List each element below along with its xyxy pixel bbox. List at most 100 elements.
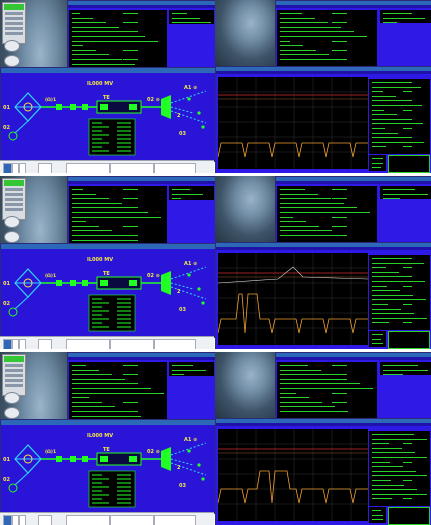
terminal-line [332,13,347,14]
taskbar-button[interactable] [12,163,19,173]
taskbar-button[interactable] [154,339,196,349]
terminal-line [280,369,321,371]
taskbar-button[interactable] [12,339,19,349]
terminal-line [372,304,388,305]
taskbar-button[interactable] [110,163,154,173]
trend-window [215,66,431,173]
terminal-line [72,63,135,65]
data-text-area [277,186,377,242]
bus-label-01: 01 [3,105,10,111]
taskbar-button[interactable] [66,163,110,173]
taskbar-button[interactable] [19,515,26,525]
taskbar-button[interactable] [66,339,110,349]
terminal-line [280,202,344,204]
terminal-text-area [69,186,167,247]
terminal-line [72,378,125,380]
terminal-line [280,406,335,408]
measurement-table [88,294,136,332]
launcher-panel[interactable] [2,354,26,396]
trend-status-box [388,155,430,173]
data-text-area [277,362,377,418]
terminal-line [372,514,383,516]
terminal-line [372,271,399,273]
side-readout [169,186,214,200]
terminal-line [402,461,412,463]
generator-icon [8,483,18,493]
terminal-line [72,26,119,28]
desktop-shortcut-icon[interactable] [4,40,20,52]
branch-line [14,120,29,134]
terminal-line [332,198,347,200]
terminal-line [402,82,412,83]
taskbar-button[interactable] [38,515,52,525]
trend-window [215,242,431,349]
taskbar-button[interactable] [38,339,52,349]
start-menu-icon[interactable] [3,339,12,349]
terminal-line [372,510,381,511]
terminal-line [402,322,412,324]
node-icon [197,463,201,467]
start-menu-icon[interactable] [3,515,12,525]
breaker-icon [82,104,88,110]
window-menubar [216,247,431,250]
start-menu-icon[interactable] [3,163,12,173]
terminal-line [372,109,384,111]
taskbar-button[interactable] [38,163,52,173]
window-menubar [216,71,431,74]
terminal-line [332,411,347,412]
terminal-line [280,40,290,42]
terminal-text-area [69,10,167,71]
terminal-line [372,457,427,458]
trend-series-white [217,266,369,284]
taskbar-button[interactable] [19,163,26,173]
terminal-line [383,22,397,24]
taskbar-button[interactable] [66,515,110,525]
terminal-line [122,383,138,385]
terminal-line [122,401,138,403]
terminal-line [72,415,141,417]
side-readout [169,10,214,24]
terminal-line [402,498,412,500]
launcher-panel[interactable] [2,2,26,44]
window-menubar [276,5,431,8]
launcher-panel[interactable] [2,178,26,220]
terminal-line [372,281,425,282]
terminal-line [372,290,400,292]
terminal-line [122,40,138,42]
taskbar-button[interactable] [110,339,154,349]
terminal-line [372,105,422,106]
taskbar-button[interactable] [154,163,196,173]
breaker-label: (Ω)1 [45,449,56,455]
desktop-shortcut-icon[interactable] [4,392,20,404]
node-icon [187,97,191,101]
node-icon [197,111,201,115]
terminal-line [372,167,381,169]
terminal-line [372,443,389,445]
desktop-shortcut-icon[interactable] [4,55,20,67]
terminal-line [332,31,347,33]
terminal-line [280,45,303,47]
terminal-line [72,45,83,47]
desktop-shortcut-icon[interactable] [4,231,20,243]
desktop-shortcut-icon[interactable] [4,407,20,419]
terminal-line [372,299,426,301]
trend-plot [217,253,369,345]
terminal-line [280,189,305,190]
terminal-line [372,95,396,97]
terminal-line [280,378,347,380]
taskbar-button[interactable] [154,515,196,525]
node-icon [201,477,205,481]
terminal-line [372,475,427,477]
terminal-line [122,49,138,51]
transformer-winding [100,456,108,462]
single-line-diagram: IL000 MV 01 02 (Ω)1 TE A1 ⊙ 02 ⊙ 03 2 [3,433,207,508]
terminal-line [372,91,383,93]
taskbar-button[interactable] [19,339,26,349]
taskbar-button[interactable] [110,515,154,525]
terminal-line [72,193,96,195]
terminal-line [280,374,334,376]
terminal-line [372,267,386,269]
taskbar-button[interactable] [12,515,19,525]
branch-line [14,472,29,486]
desktop-shortcut-icon[interactable] [4,216,20,228]
